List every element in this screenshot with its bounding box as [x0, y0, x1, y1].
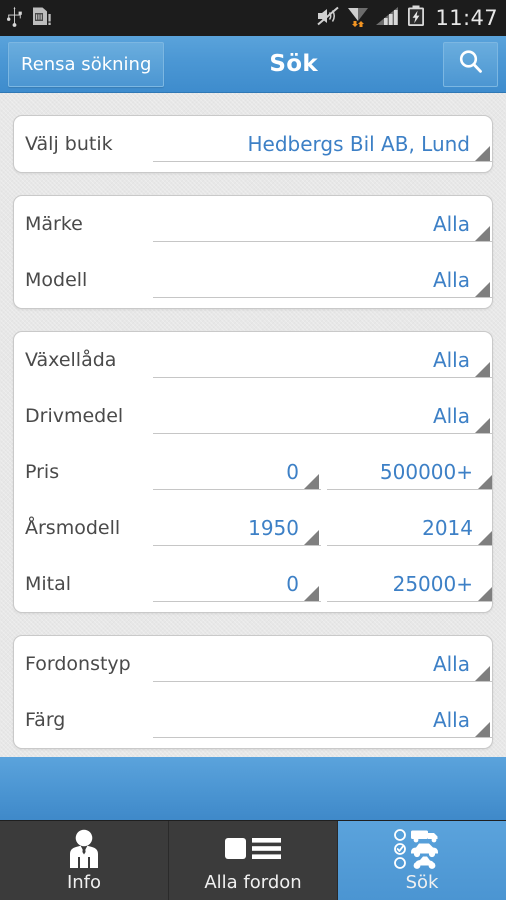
spinner-value: Hedbergs Bil AB, Lund [247, 132, 470, 156]
nav-item-info[interactable]: Info [0, 821, 169, 900]
spinner-triangle-icon [475, 418, 490, 433]
spinner-triangle-icon [475, 362, 490, 377]
spinner-value: 2014 [422, 516, 473, 540]
volume-mute-icon [317, 6, 340, 30]
spinner-value: 25000+ [392, 572, 473, 596]
card-type-color: Fordonstyp Alla Färg Alla [13, 635, 493, 749]
spinner-value: Alla [432, 212, 470, 236]
row-marke[interactable]: Märke Alla [14, 196, 492, 252]
row-modell[interactable]: Modell Alla [14, 252, 492, 308]
spinner-value: Alla [432, 404, 470, 428]
spinner-value: Alla [432, 348, 470, 372]
status-bar-right: 11:47 [317, 5, 498, 31]
nav-item-alla-fordon[interactable]: Alla fordon [169, 821, 338, 900]
spinner-marke[interactable]: Alla [153, 196, 492, 252]
clear-search-label: Rensa sökning [21, 53, 152, 75]
spinner-value: 500000+ [379, 460, 473, 484]
spinner-value: Alla [432, 268, 470, 292]
person-suit-icon [62, 828, 106, 870]
spinner-triangle-icon [475, 722, 490, 737]
spinner-modell[interactable]: Alla [153, 252, 492, 308]
phone-screen: 11:47 Rensa sökning Sök Välj butik Hedbe… [0, 0, 506, 900]
spinner-value: 0 [286, 572, 299, 596]
page-title: Sök [269, 51, 318, 77]
spinner-value: Alla [432, 652, 470, 676]
bottom-blue-strip [0, 757, 506, 820]
nav-item-label: Alla fordon [204, 872, 302, 893]
row-label: Årsmodell [25, 517, 121, 539]
spinner-arsmodell-max[interactable]: 2014 [327, 500, 492, 556]
spinner-valj-butik[interactable]: Hedbergs Bil AB, Lund [153, 116, 492, 172]
row-label: Modell [25, 269, 88, 291]
spinner-pris-max[interactable]: 500000+ [327, 444, 492, 500]
status-bar-clock: 11:47 [435, 5, 498, 30]
row-drivmedel[interactable]: Drivmedel Alla [14, 388, 492, 444]
battery-charging-icon [407, 5, 425, 31]
card-store: Välj butik Hedbergs Bil AB, Lund [13, 115, 493, 173]
row-label: Färg [25, 709, 66, 731]
sd-card-icon [31, 5, 52, 31]
spinner-triangle-icon [475, 226, 490, 241]
spinner-value: 0 [286, 460, 299, 484]
row-label: Märke [25, 213, 83, 235]
row-label: Drivmedel [25, 405, 124, 427]
card-specs: Växellåda Alla Drivmedel Alla Pris 0 500… [13, 331, 493, 613]
spinner-value: Alla [432, 708, 470, 732]
spinner-fordonstyp[interactable]: Alla [153, 636, 492, 692]
spinner-pris-min[interactable]: 0 [153, 444, 321, 500]
card-make-model: Märke Alla Modell Alla [13, 195, 493, 309]
spinner-arsmodell-min[interactable]: 1950 [153, 500, 321, 556]
nav-item-sok[interactable]: Sök [338, 821, 506, 900]
row-farg[interactable]: Färg Alla [14, 692, 492, 748]
status-bar-left [6, 5, 52, 31]
usb-icon [6, 5, 23, 31]
spinner-vaxellada[interactable]: Alla [153, 332, 492, 388]
row-label: Pris [25, 461, 60, 483]
wifi-icon [347, 5, 369, 31]
spinner-triangle-icon [478, 586, 492, 601]
spinner-triangle-icon [304, 530, 319, 545]
search-button[interactable] [443, 41, 498, 87]
row-pris[interactable]: Pris 0 500000+ [14, 444, 492, 500]
signal-bars-icon [376, 6, 400, 30]
spinner-triangle-icon [475, 666, 490, 681]
spinner-drivmedel[interactable]: Alla [153, 388, 492, 444]
spinner-value: 1950 [248, 516, 299, 540]
bottom-navigation: Info Alla fordon Sök [0, 820, 506, 900]
row-valj-butik[interactable]: Välj butik Hedbergs Bil AB, Lund [14, 116, 492, 172]
spinner-mital-max[interactable]: 25000+ [327, 556, 492, 612]
status-bar: 11:47 [0, 0, 506, 36]
spinner-farg[interactable]: Alla [153, 692, 492, 748]
clear-search-button[interactable]: Rensa sökning [8, 41, 165, 87]
spinner-triangle-icon [475, 146, 490, 161]
row-vaxellada[interactable]: Växellåda Alla [14, 332, 492, 388]
row-fordonstyp[interactable]: Fordonstyp Alla [14, 636, 492, 692]
row-mital[interactable]: Mital 0 25000+ [14, 556, 492, 612]
nav-item-label: Sök [405, 872, 439, 893]
row-arsmodell[interactable]: Årsmodell 1950 2014 [14, 500, 492, 556]
row-label: Fordonstyp [25, 653, 131, 675]
spinner-triangle-icon [304, 474, 319, 489]
list-icon [223, 828, 283, 870]
spinner-mital-min[interactable]: 0 [153, 556, 321, 612]
row-label: Växellåda [25, 349, 117, 371]
search-icon [456, 47, 486, 81]
nav-item-label: Info [66, 872, 102, 893]
row-label: Välj butik [25, 133, 113, 155]
spinner-triangle-icon [478, 474, 492, 489]
spinner-triangle-icon [478, 530, 492, 545]
action-bar: Rensa sökning Sök [0, 36, 506, 93]
spinner-triangle-icon [304, 586, 319, 601]
vehicle-select-icon [393, 828, 451, 870]
row-label: Mital [25, 573, 72, 595]
spinner-triangle-icon [475, 282, 490, 297]
search-form: Välj butik Hedbergs Bil AB, Lund Märke A… [0, 93, 506, 757]
